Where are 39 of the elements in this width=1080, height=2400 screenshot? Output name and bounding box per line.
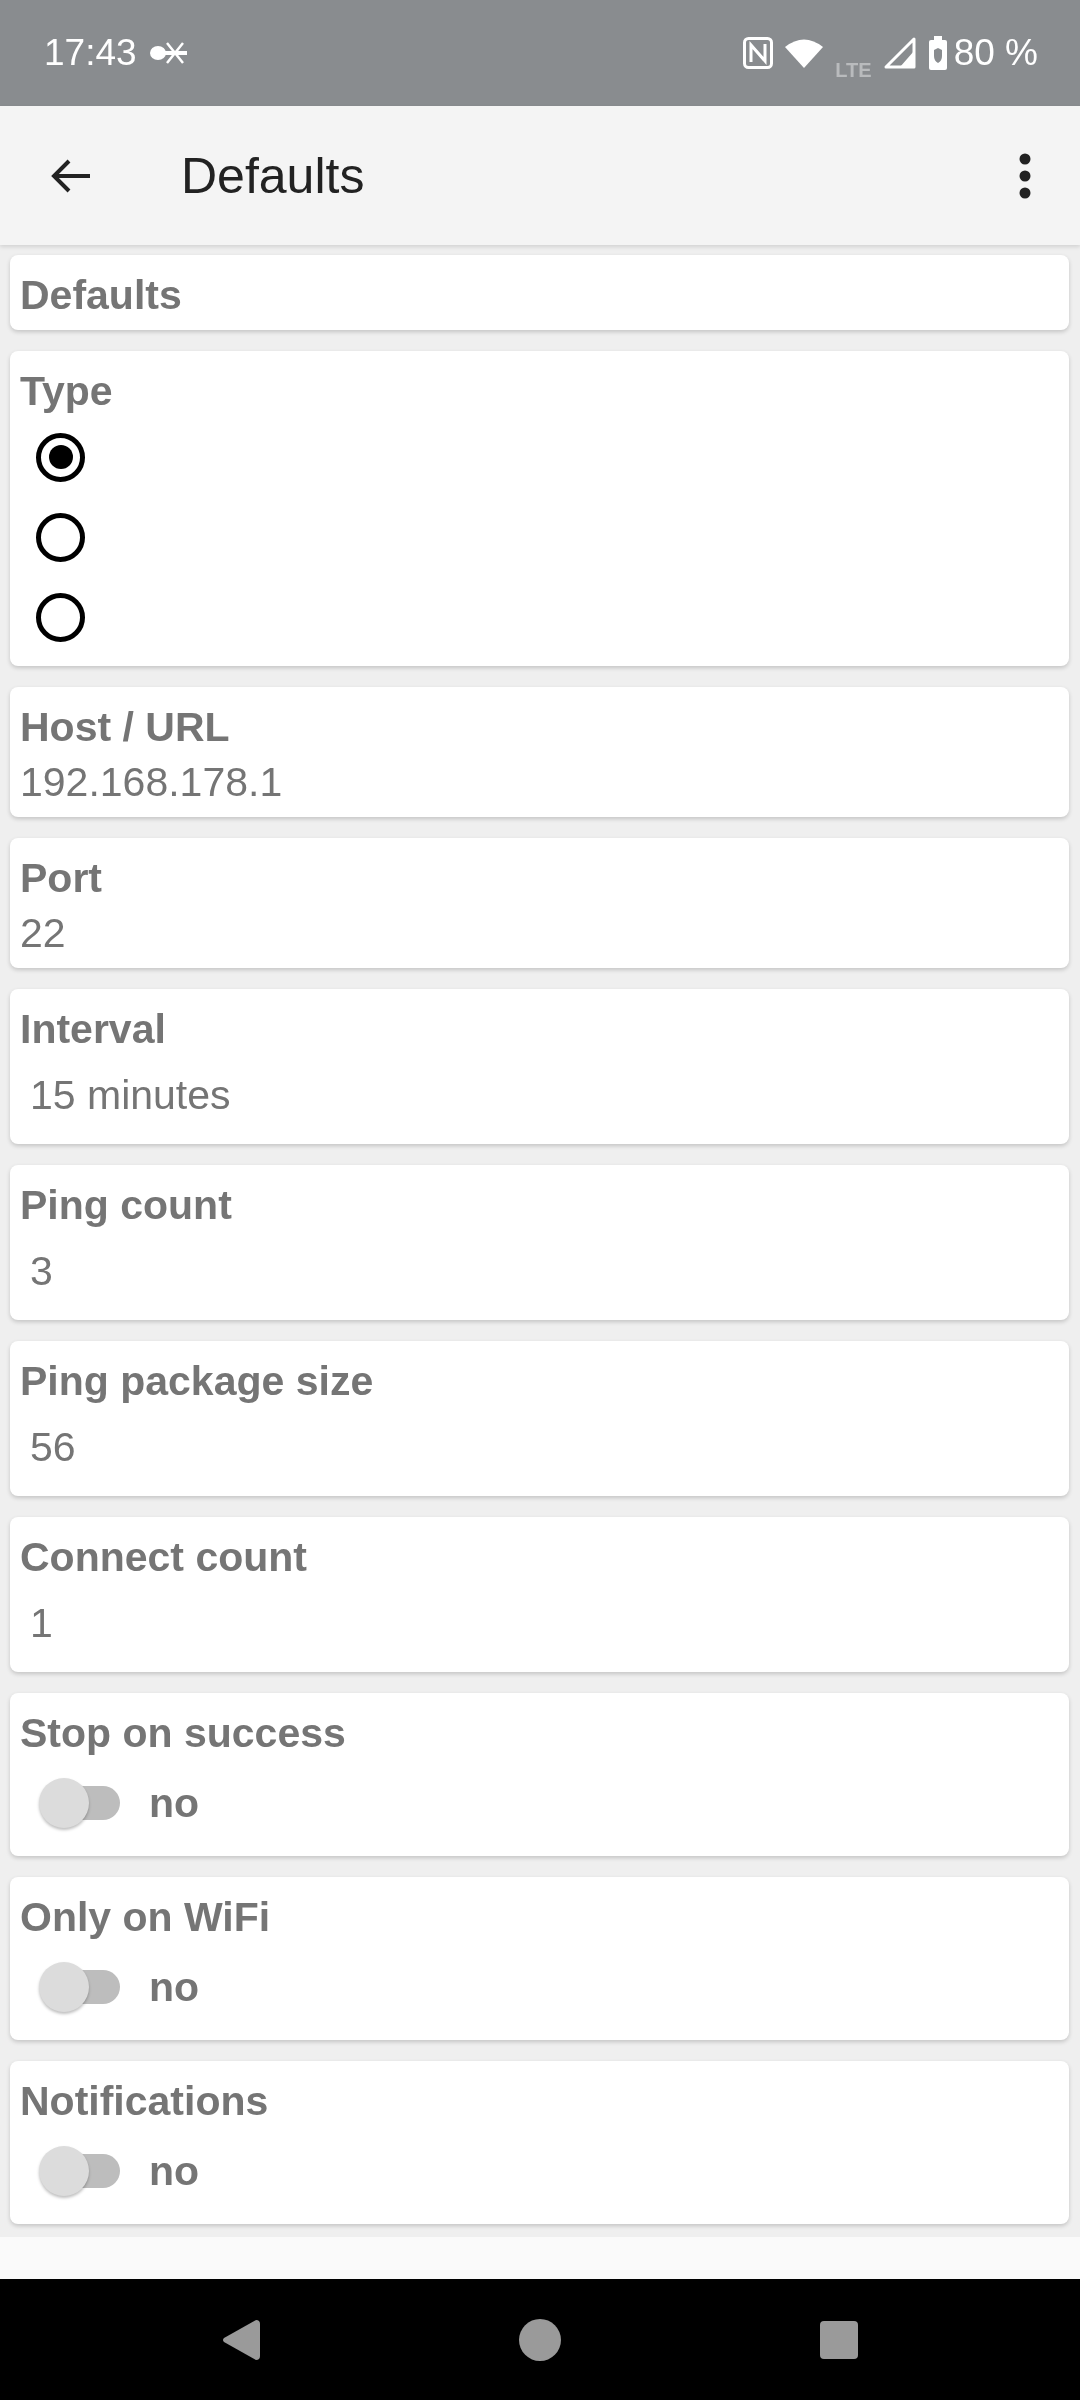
field-label: Host / URL — [20, 703, 230, 752]
battery-icon — [927, 36, 948, 70]
toggle-switch[interactable] — [39, 1778, 120, 1828]
radio-button[interactable] — [36, 512, 85, 562]
recents-icon[interactable] — [820, 2320, 858, 2359]
back-icon[interactable] — [50, 157, 92, 194]
field-label: Ping count — [20, 1181, 232, 1230]
radio-button[interactable] — [36, 432, 85, 482]
dropdown-field[interactable]: 3 — [20, 1231, 1059, 1311]
screen-title: Defaults — [181, 146, 365, 206]
field-label: Interval — [20, 1005, 166, 1054]
field-label: Stop on success — [20, 1709, 346, 1758]
back-icon[interactable] — [222, 2318, 260, 2361]
input-field[interactable]: 22 — [20, 907, 1059, 959]
toggle-switch[interactable] — [39, 2146, 120, 2196]
field-label: Defaults — [20, 271, 182, 320]
nfc-icon — [743, 37, 774, 69]
field-label: Port — [20, 854, 102, 903]
switch-state-label: no — [149, 2147, 200, 2196]
more-options-icon[interactable] — [1019, 152, 1031, 199]
dropdown-field[interactable]: 15 minutes — [20, 1055, 1059, 1135]
dropdown-field[interactable]: 56 — [20, 1407, 1059, 1487]
dropdown-field[interactable]: 1 — [20, 1583, 1059, 1663]
switch-state-label: no — [149, 1963, 200, 2012]
field-label: Notifications — [20, 2077, 269, 2126]
toggle-switch[interactable] — [39, 1962, 120, 2012]
input-field[interactable]: 192.168.178.1 — [20, 756, 1059, 808]
field-label: Ping package size — [20, 1357, 374, 1406]
status-time: 17:43 — [44, 31, 137, 75]
field-label: Type — [20, 367, 113, 416]
signal-icon — [883, 37, 916, 69]
switch-state-label: no — [149, 1779, 200, 1828]
key-icon — [148, 40, 189, 66]
wifi-icon — [785, 38, 824, 68]
field-label: Only on WiFi — [20, 1893, 271, 1942]
radio-button[interactable] — [36, 592, 85, 642]
home-icon[interactable] — [519, 2318, 561, 2361]
battery-percent: 80 % — [953, 31, 1038, 75]
field-label: Connect count — [20, 1533, 307, 1582]
